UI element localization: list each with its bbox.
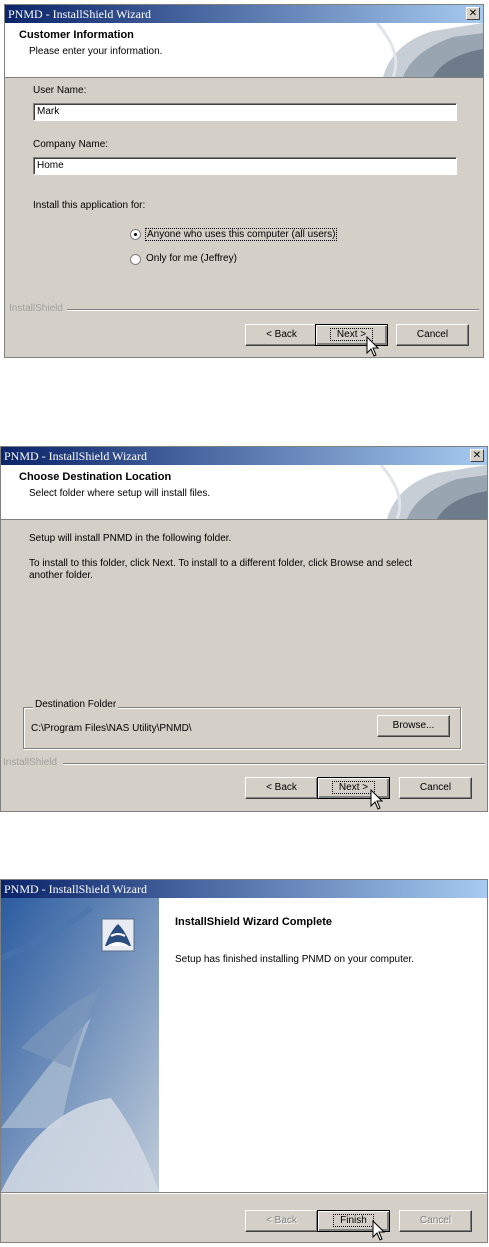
- install-info-text: Setup will install PNMD in the following…: [29, 533, 232, 544]
- window-title: PNMD - InstallShield Wizard: [8, 7, 151, 21]
- window-title: PNMD - InstallShield Wizard: [4, 882, 147, 896]
- user-name-label: User Name:: [33, 85, 87, 96]
- wizard-header: Customer Information Please enter your i…: [5, 23, 483, 78]
- folder-path: C:\Program Files\NAS Utility\PNMD\: [31, 723, 192, 734]
- divider: [63, 763, 485, 765]
- wizard-side-banner: [1, 898, 159, 1192]
- back-button[interactable]: < Back: [245, 777, 318, 799]
- wizard-header: Choose Destination Location Select folde…: [1, 465, 487, 520]
- close-button[interactable]: ✕: [466, 7, 480, 20]
- back-button[interactable]: < Back: [245, 324, 318, 346]
- title-bar: PNMD - InstallShield Wizard ✕: [5, 5, 483, 23]
- installshield-logo-icon: [373, 23, 483, 77]
- cancel-button[interactable]: Cancel: [396, 324, 469, 346]
- all-users-radio[interactable]: [130, 229, 141, 240]
- complete-heading: InstallShield Wizard Complete: [175, 916, 332, 928]
- customer-info-dialog: PNMD - InstallShield Wizard ✕ Customer I…: [4, 4, 484, 358]
- header-subtitle: Please enter your information.: [29, 46, 163, 57]
- company-name-input[interactable]: Home: [33, 157, 457, 175]
- title-bar: PNMD - InstallShield Wizard ✕: [1, 447, 487, 465]
- mouse-cursor-icon: [366, 336, 380, 357]
- close-button[interactable]: ✕: [470, 449, 484, 462]
- browse-button[interactable]: Browse...: [377, 715, 450, 737]
- only-me-label[interactable]: Only for me (Jeffrey): [146, 253, 237, 264]
- header-subtitle: Select folder where setup will install f…: [29, 488, 211, 499]
- mouse-cursor-icon: [372, 1220, 386, 1241]
- content-pane: InstallShield Wizard Complete Setup has …: [101, 898, 487, 1192]
- all-users-label[interactable]: Anyone who uses this computer (all users…: [145, 228, 338, 241]
- wizard-complete-dialog: PNMD - InstallShield Wizard InstallShiel…: [0, 879, 488, 1243]
- divider: [67, 309, 479, 311]
- divider: [1, 1192, 487, 1194]
- cancel-button[interactable]: Cancel: [399, 1210, 472, 1232]
- company-name-label: Company Name:: [33, 139, 109, 150]
- complete-message: Setup has finished installing PNMD on yo…: [175, 954, 415, 965]
- window-title: PNMD - InstallShield Wizard: [4, 449, 147, 463]
- destination-folder-label: Destination Folder: [33, 699, 119, 710]
- destination-dialog: PNMD - InstallShield Wizard ✕ Choose Des…: [0, 446, 488, 812]
- installshield-logo-icon: [377, 465, 487, 519]
- installshield-app-icon: [101, 918, 135, 952]
- cancel-button[interactable]: Cancel: [399, 777, 472, 799]
- install-for-label: Install this application for:: [33, 200, 146, 211]
- back-button[interactable]: < Back: [245, 1210, 318, 1232]
- finish-label: Finish: [333, 1214, 374, 1227]
- only-me-radio[interactable]: [130, 254, 141, 265]
- title-bar: PNMD - InstallShield Wizard: [1, 880, 487, 898]
- header-title: Choose Destination Location: [19, 471, 172, 483]
- installshield-brand: InstallShield: [9, 303, 63, 314]
- browse-info-text: To install to this folder, click Next. T…: [29, 558, 413, 581]
- mouse-cursor-icon: [370, 789, 384, 810]
- user-name-input[interactable]: Mark: [33, 103, 457, 121]
- installshield-brand: InstallShield: [3, 757, 57, 768]
- next-label: Next >: [331, 781, 376, 794]
- sail-graphic-icon: [1, 898, 159, 1192]
- header-title: Customer Information: [19, 29, 134, 41]
